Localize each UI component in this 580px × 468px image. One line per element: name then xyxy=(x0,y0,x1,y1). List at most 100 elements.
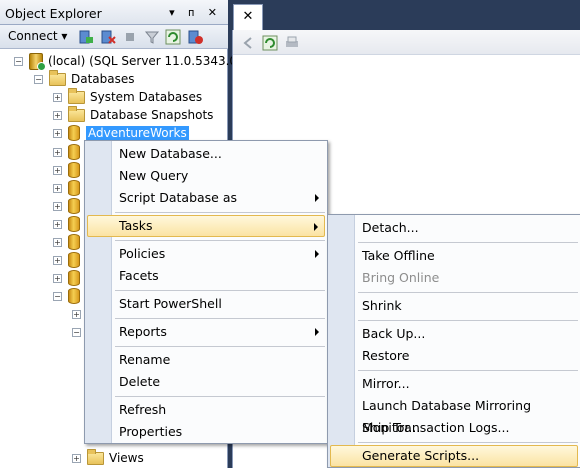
tasks-submenu: Detach... Take Offline Bring Online Shri… xyxy=(327,214,580,468)
menu-separator xyxy=(115,396,325,397)
adventureworks-label[interactable]: AdventureWorks xyxy=(86,126,189,140)
panel-window-buttons[interactable]: ▾ ᴨ ✕ xyxy=(169,6,222,19)
close-connection-icon[interactable] xyxy=(187,29,203,45)
expand-icon[interactable]: + xyxy=(53,128,62,138)
menu-item-ship-transaction-logs[interactable]: Ship Transaction Logs... xyxy=(330,417,578,439)
expand-icon[interactable]: + xyxy=(72,309,81,319)
databases-label: Databases xyxy=(71,72,135,86)
menu-item-bring-online: Bring Online xyxy=(362,270,440,285)
menu-item-new-query[interactable]: New Query xyxy=(87,165,325,187)
menu-item-delete[interactable]: Delete xyxy=(87,371,325,393)
tree-node-database-snapshots[interactable]: + Database Snapshots xyxy=(53,105,214,124)
menu-item-facets[interactable]: Facets xyxy=(87,265,325,287)
menu-item-rename[interactable]: Rename xyxy=(87,349,325,371)
menu-item-label: Tasks xyxy=(119,218,153,233)
database-icon xyxy=(68,252,80,268)
menu-separator xyxy=(358,442,578,443)
expand-icon[interactable]: + xyxy=(53,147,62,157)
document-tab[interactable]: ✕ xyxy=(233,4,263,30)
collapse-icon[interactable]: − xyxy=(72,327,81,337)
expand-icon[interactable]: + xyxy=(53,219,62,229)
menu-item-launch-mirroring-monitor[interactable]: Launch Database Mirroring Monitor... xyxy=(330,395,578,435)
tree-node-database-expanded[interactable]: − xyxy=(53,287,86,305)
database-icon xyxy=(68,125,80,141)
database-icon xyxy=(68,180,80,196)
menu-separator xyxy=(115,240,325,241)
menu-item-policies[interactable]: Policies xyxy=(87,243,325,265)
database-icon xyxy=(68,216,80,232)
menu-item-new-database[interactable]: New Database... xyxy=(87,143,325,165)
menu-item-detach[interactable]: Detach... xyxy=(330,217,578,239)
menu-item-generate-scripts[interactable]: Generate Scripts... xyxy=(330,445,578,467)
refresh-icon[interactable] xyxy=(262,35,278,51)
tree-node-views[interactable]: + Views xyxy=(72,448,144,467)
expand-icon[interactable]: + xyxy=(53,92,62,102)
menu-separator xyxy=(358,242,578,243)
tree-node-system-databases[interactable]: + System Databases xyxy=(53,87,203,106)
menu-item-take-offline[interactable]: Take Offline xyxy=(330,245,578,267)
server-label: (local) (SQL Server 11.0.5343.0 xyxy=(48,54,238,68)
folder-icon xyxy=(49,69,66,86)
expand-icon[interactable]: + xyxy=(53,165,62,175)
tree-node-database[interactable]: + xyxy=(53,251,86,269)
menu-item-tasks[interactable]: Tasks xyxy=(87,215,325,237)
close-icon[interactable]: ✕ xyxy=(243,9,254,24)
tree-node-databases[interactable]: − Databases xyxy=(34,69,135,88)
database-icon xyxy=(68,162,80,178)
back-icon[interactable] xyxy=(241,35,257,51)
connect-server-icon[interactable] xyxy=(78,29,94,45)
collapse-icon[interactable]: − xyxy=(14,56,23,66)
tree-node-database[interactable]: + xyxy=(53,233,86,251)
database-icon xyxy=(68,234,80,250)
submenu-arrow-icon xyxy=(315,250,319,258)
collapse-icon[interactable]: − xyxy=(53,291,62,301)
expand-icon[interactable]: + xyxy=(53,110,62,120)
expand-icon[interactable]: + xyxy=(53,237,62,247)
refresh-icon[interactable] xyxy=(165,29,181,45)
menu-item-restore[interactable]: Restore xyxy=(330,345,578,367)
system-databases-label: System Databases xyxy=(90,90,203,104)
collapse-icon[interactable]: − xyxy=(34,74,43,84)
menu-item-reports[interactable]: Reports xyxy=(87,321,325,343)
menu-item-script-database-as[interactable]: Script Database as xyxy=(87,187,325,209)
disconnect-icon[interactable] xyxy=(100,29,116,45)
stop-icon[interactable] xyxy=(122,29,138,45)
expand-icon[interactable]: + xyxy=(53,183,62,193)
filter-icon[interactable] xyxy=(144,29,160,45)
object-explorer-title: Object Explorer xyxy=(5,6,102,21)
tree-node-server[interactable]: − (local) (SQL Server 11.0.5343.0 xyxy=(14,52,238,71)
folder-icon xyxy=(68,105,85,122)
tree-node-database[interactable]: + xyxy=(53,179,86,197)
tree-node-database[interactable]: + xyxy=(53,197,86,215)
menu-item-properties[interactable]: Properties xyxy=(87,421,325,443)
menu-item-mirror[interactable]: Mirror... xyxy=(330,373,578,395)
menu-separator xyxy=(115,212,325,213)
print-icon[interactable] xyxy=(284,35,300,51)
menu-item-start-powershell[interactable]: Start PowerShell xyxy=(87,293,325,315)
database-icon xyxy=(68,270,80,286)
menu-separator xyxy=(358,370,578,371)
menu-item-refresh[interactable]: Refresh xyxy=(87,399,325,421)
menu-item-shrink[interactable]: Shrink xyxy=(330,295,578,317)
tree-node-database[interactable]: + xyxy=(53,215,86,233)
expand-icon[interactable]: + xyxy=(72,453,81,463)
menu-item-label: Policies xyxy=(119,246,166,261)
server-icon xyxy=(29,52,46,71)
expand-icon[interactable]: + xyxy=(53,273,62,283)
document-toolbar xyxy=(233,30,580,55)
expand-icon[interactable]: + xyxy=(53,201,62,211)
tree-node-database[interactable]: + xyxy=(53,161,86,179)
menu-separator xyxy=(358,292,578,293)
tree-node-database[interactable]: + xyxy=(53,269,86,287)
views-label: Views xyxy=(109,451,144,465)
menu-item-back-up[interactable]: Back Up... xyxy=(330,323,578,345)
database-snapshots-label: Database Snapshots xyxy=(90,108,214,122)
tree-node-database[interactable]: + xyxy=(53,143,86,161)
expand-icon[interactable]: + xyxy=(53,255,62,265)
folder-icon xyxy=(68,87,85,104)
submenu-arrow-icon xyxy=(315,194,319,202)
object-explorer-toolbar: Connect ▾ xyxy=(0,25,228,49)
menu-item-label: Reports xyxy=(119,324,167,339)
connect-button[interactable]: Connect ▾ xyxy=(8,29,67,43)
database-icon xyxy=(68,198,80,214)
